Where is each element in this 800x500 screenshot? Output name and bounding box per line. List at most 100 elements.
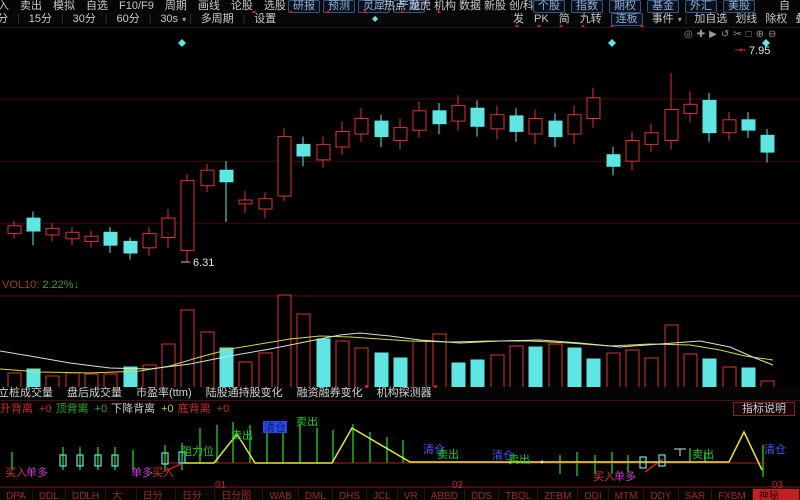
volume-bar <box>355 348 368 388</box>
separator: | <box>186 14 195 25</box>
tool-item-1[interactable]: PK <box>529 13 554 26</box>
menu-item-7[interactable]: 论股 <box>231 0 253 13</box>
bottom-tab-20[interactable]: FXBM <box>712 489 753 500</box>
period-item-2[interactable]: 30分 <box>67 13 102 26</box>
signal-indicator-chart: 清仓买入单多单多买入阻力位卖出卖出清仓卖出清仓卖出买入单多卖出清仓 <box>0 417 800 489</box>
indicator-tab-5[interactable]: 机构探测器 <box>377 387 432 400</box>
candle-body <box>336 132 349 148</box>
indicator-tab-3[interactable]: 陆股通持股变化 <box>206 387 283 400</box>
menu-item-8[interactable]: 选股 <box>264 0 286 13</box>
menu-item-5[interactable]: 周期 <box>165 0 187 13</box>
bottom-tab-2[interactable]: DDLH <box>66 489 106 500</box>
bottom-tab-12[interactable]: ABBD <box>425 489 465 500</box>
bottom-tab-21[interactable]: 神秘ZDL <box>753 489 800 500</box>
candle-body <box>66 232 79 239</box>
settings-button[interactable]: 设置 <box>248 13 282 26</box>
period-dropdown[interactable]: 30s <box>154 13 180 26</box>
tool-item-2[interactable]: 简 <box>554 13 575 26</box>
chart-tool-1[interactable]: 划线 <box>731 13 761 26</box>
candle-body <box>471 108 484 126</box>
tool-item-3[interactable]: 九转 <box>575 13 607 26</box>
low-price-label: 6.31 <box>193 257 214 269</box>
red-tick-mark <box>252 10 256 13</box>
menu-item-0[interactable]: 买入 <box>0 0 9 13</box>
divergence-value-1: +0 <box>95 403 108 416</box>
bottom-tab-9[interactable]: DHS <box>333 489 367 500</box>
volume-bar <box>259 353 272 388</box>
market-button-5[interactable]: 美股 <box>723 0 755 13</box>
volume-bar <box>85 374 98 388</box>
multi-period-button[interactable]: 多周期 <box>195 13 240 26</box>
separator: | <box>58 14 67 25</box>
chart-tool-2[interactable]: 除权 <box>761 13 791 26</box>
bottom-tab-5[interactable]: 日分转 <box>176 489 215 500</box>
indicator-tab-2[interactable]: 市盈率(ttm) <box>136 387 192 400</box>
event-dropdown[interactable]: 事件 <box>647 13 676 26</box>
bottom-tab-10[interactable]: JCL <box>367 489 398 500</box>
market-button-1[interactable]: 指数 <box>571 0 603 13</box>
indicator-tab-0[interactable]: 立桩成交量 <box>0 387 53 400</box>
red-tick-mark <box>289 10 293 13</box>
indicator-help-button[interactable]: 指标说明 <box>733 402 795 416</box>
separator: | <box>240 14 249 25</box>
period-item-1[interactable]: 15分 <box>23 13 58 26</box>
market-button-4[interactable]: 外汇 <box>685 0 717 13</box>
menu-item-3[interactable]: 自选 <box>86 0 108 13</box>
divergence-value-2: +0 <box>161 403 174 416</box>
bottom-tab-11[interactable]: VR <box>398 489 425 500</box>
candle-body <box>124 241 137 253</box>
market-nav-item-5[interactable]: 创/科 <box>509 0 534 13</box>
volume-bar <box>336 341 349 388</box>
candle-body <box>297 144 310 156</box>
bottom-tab-6[interactable]: 日分图比 <box>215 489 263 500</box>
bottom-tab-16[interactable]: DDI <box>578 489 608 500</box>
period-item-0[interactable]: 5分 <box>0 13 14 26</box>
volume-bar <box>375 353 388 388</box>
bottom-tab-8[interactable]: DML <box>299 489 333 500</box>
volume-bar <box>665 325 678 388</box>
bottom-tab-3[interactable]: 大单 <box>106 489 137 500</box>
volume-bar <box>220 348 233 388</box>
bottom-tab-1[interactable]: DDL <box>33 489 66 500</box>
bottom-tab-0[interactable]: DPA <box>0 489 33 500</box>
menu-item-6[interactable]: 画线 <box>198 0 220 13</box>
market-button-0[interactable]: 个股 <box>533 0 565 13</box>
bottom-tab-17[interactable]: MTM <box>609 489 645 500</box>
bottom-tab-15[interactable]: ZFBM <box>538 489 578 500</box>
chart-tools-group: 发PK简九转连板事件▾|加自选划线除权叠画预测更多⇥▾ <box>508 13 800 26</box>
red-tick-mark <box>581 24 585 27</box>
market-button-3[interactable]: 基金 <box>647 0 679 13</box>
candle-body <box>413 111 426 130</box>
bottom-tab-18[interactable]: DDY <box>644 489 678 500</box>
indicator-tab-1[interactable]: 盘后成交量 <box>67 387 122 400</box>
indicator-tab-4[interactable]: 融资融券变化 <box>297 387 363 400</box>
market-nav-item-1[interactable]: 龙虎 <box>409 0 431 13</box>
period-item-3[interactable]: 60分 <box>110 13 145 26</box>
candle-body <box>46 228 59 235</box>
candle-body <box>375 121 388 137</box>
bottom-tab-7[interactable]: WAB <box>263 489 298 500</box>
candle-body <box>278 137 291 197</box>
red-tick-mark <box>537 24 541 27</box>
menu-item-2[interactable]: 模拟 <box>53 0 75 13</box>
signal-label: 卖出 <box>296 417 318 428</box>
bottom-tab-13[interactable]: DDS <box>465 489 499 500</box>
market-nav-item-3[interactable]: 数据 <box>459 0 481 13</box>
market-button-2[interactable]: 期权 <box>609 0 641 13</box>
last-marker-dot <box>740 49 743 52</box>
divergence-stats-row: 升背离+0顶背离+0下降背离+0底背离+0 <box>2 402 229 416</box>
bottom-tab-19[interactable]: SAR <box>679 489 713 500</box>
chart-tool-0[interactable]: 加自选 <box>690 13 731 26</box>
candle-body <box>742 120 755 130</box>
candle-body <box>529 119 542 135</box>
red-tick-mark <box>400 10 404 13</box>
menu-item-4[interactable]: F10/F9 <box>119 0 154 13</box>
red-tick-mark <box>610 24 614 27</box>
volume-bar <box>529 347 542 388</box>
bottom-tab-14[interactable]: TBQL <box>499 489 538 500</box>
menu-item-1[interactable]: 卖出 <box>20 0 42 13</box>
chart-tool-3[interactable]: 叠 <box>791 13 800 26</box>
market-nav-item-4[interactable]: 新股 <box>484 0 506 13</box>
lianban-button[interactable]: 连板 <box>611 13 643 26</box>
bottom-tab-4[interactable]: 日分图 <box>137 489 176 500</box>
